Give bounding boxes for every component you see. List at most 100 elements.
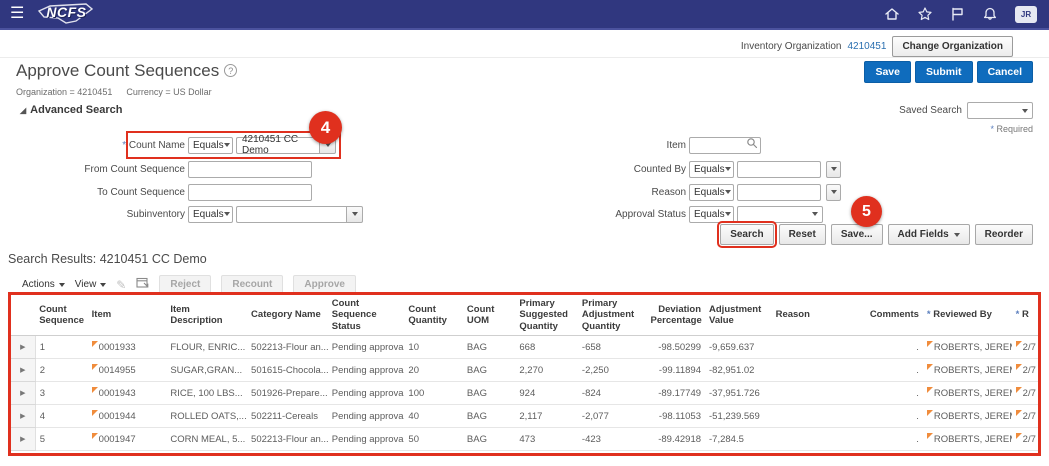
- changed-flag-icon: [1016, 433, 1022, 439]
- counted-by-operator-select[interactable]: Equals: [689, 161, 734, 178]
- approve-button[interactable]: Approve: [293, 275, 356, 294]
- chevron-down-icon: [725, 212, 731, 216]
- changed-flag-icon: [1016, 410, 1022, 416]
- count-name-operator-select[interactable]: Equals: [188, 137, 233, 154]
- reset-button[interactable]: Reset: [779, 224, 826, 245]
- row-expand-icon[interactable]: ▶: [11, 336, 35, 359]
- advanced-search-title: Advanced Search: [30, 104, 122, 116]
- from-count-sequence-input[interactable]: [188, 161, 312, 178]
- currency-context: Currency = US Dollar: [126, 87, 211, 97]
- column-header-adjustment[interactable]: Primary Adjustment Quantity: [578, 295, 647, 336]
- column-header-adj_value[interactable]: Adjustment Value: [705, 295, 772, 336]
- cell-deviation: -98.50299: [647, 336, 706, 359]
- column-header-reason[interactable]: Reason: [772, 295, 843, 336]
- cell-category: 502213-Flour an...: [247, 428, 328, 451]
- reason-input[interactable]: [737, 184, 821, 201]
- approval-status-label: Approval Status: [560, 209, 686, 220]
- table-row[interactable]: ▶40001944ROLLED OATS,...502211-CerealsPe…: [11, 405, 1038, 428]
- changed-flag-icon: [92, 387, 98, 393]
- table-row[interactable]: ▶20014955SUGAR,GRAN...501615-Chocola...P…: [11, 359, 1038, 382]
- search-button[interactable]: Search: [720, 224, 773, 245]
- reject-button[interactable]: Reject: [159, 275, 211, 294]
- results-header-row: Count SequenceItemItem DescriptionCatego…: [11, 295, 1038, 336]
- cell-deviation: -89.17749: [647, 382, 706, 405]
- inventory-organization-value[interactable]: 4210451: [848, 41, 887, 52]
- row-expand-icon[interactable]: ▶: [11, 428, 35, 451]
- subinventory-dropdown-button[interactable]: [346, 206, 363, 223]
- subinventory-operator-select[interactable]: Equals: [188, 206, 233, 223]
- count-name-value[interactable]: 4210451 CC Demo: [236, 137, 319, 154]
- view-menu[interactable]: View: [75, 279, 107, 290]
- submit-button[interactable]: Submit: [915, 61, 973, 83]
- reorder-button[interactable]: Reorder: [975, 224, 1033, 245]
- inventory-organization-label: Inventory Organization: [741, 41, 842, 52]
- column-header-status[interactable]: Count Sequence Status: [328, 295, 405, 336]
- column-header-qty[interactable]: Count Quantity: [404, 295, 463, 336]
- table-row[interactable]: ▶50001947CORN MEAL, 5...502213-Flour an.…: [11, 428, 1038, 451]
- to-count-sequence-input[interactable]: [188, 184, 312, 201]
- subinventory-combo: [236, 206, 363, 223]
- advanced-search-section-header[interactable]: ◢ Advanced Search: [20, 104, 122, 116]
- item-search-icon[interactable]: [746, 136, 758, 154]
- subinventory-value[interactable]: [236, 206, 346, 223]
- search-results-title: Search Results: 4210451 CC Demo: [8, 252, 207, 266]
- save-button[interactable]: Save: [864, 61, 911, 83]
- help-icon[interactable]: ?: [224, 64, 237, 77]
- column-header-deviation[interactable]: Deviation Percentage: [647, 295, 706, 336]
- column-header-uom[interactable]: Count UOM: [463, 295, 515, 336]
- column-header-reviewed_by[interactable]: * Reviewed By: [923, 295, 1012, 336]
- row-expand-icon[interactable]: ▶: [11, 382, 35, 405]
- cell-category: 502211-Cereals: [247, 405, 328, 428]
- approval-status-select[interactable]: [737, 206, 823, 223]
- cancel-button[interactable]: Cancel: [977, 61, 1033, 83]
- reason-operator-select[interactable]: Equals: [689, 184, 734, 201]
- cell-reason: [772, 405, 843, 428]
- save-search-button[interactable]: Save...: [831, 224, 883, 245]
- changed-flag-icon: [927, 410, 933, 416]
- cell-uom: BAG: [463, 359, 515, 382]
- favorites-star-icon[interactable]: [917, 6, 933, 22]
- counted-by-dropdown-button[interactable]: [826, 161, 841, 178]
- column-header-category[interactable]: Category Name: [247, 295, 328, 336]
- detach-icon[interactable]: [136, 276, 149, 294]
- home-icon[interactable]: [884, 6, 900, 22]
- column-header-seq[interactable]: Count Sequence: [35, 295, 87, 336]
- column-header-suggested[interactable]: Primary Suggested Quantity: [515, 295, 578, 336]
- saved-search-select[interactable]: [967, 102, 1033, 119]
- results-table-body: ▶10001933FLOUR, ENRIC...502213-Flour an.…: [11, 336, 1038, 451]
- counted-by-input[interactable]: [737, 161, 821, 178]
- actions-menu[interactable]: Actions: [22, 279, 65, 290]
- required-note: * Required: [990, 124, 1033, 134]
- add-fields-button[interactable]: Add Fields: [888, 224, 970, 245]
- user-avatar[interactable]: JR: [1015, 6, 1037, 23]
- column-header-review_date[interactable]: * R: [1012, 295, 1038, 336]
- chevron-down-icon: [59, 283, 65, 287]
- approval-status-operator-select[interactable]: Equals: [689, 206, 734, 223]
- table-row[interactable]: ▶10001933FLOUR, ENRIC...502213-Flour an.…: [11, 336, 1038, 359]
- cell-deviation: -99.11894: [647, 359, 706, 382]
- row-expand-icon[interactable]: ▶: [11, 359, 35, 382]
- column-header-item[interactable]: Item: [88, 295, 167, 336]
- saved-search-label: Saved Search: [899, 105, 962, 116]
- ncfs-logo[interactable]: NCFS: [36, 1, 98, 27]
- recount-button[interactable]: Recount: [221, 275, 283, 294]
- column-header-desc[interactable]: Item Description: [166, 295, 247, 336]
- cell-reason: [772, 382, 843, 405]
- cell-qty: 10: [404, 336, 463, 359]
- cell-item: 0001947: [88, 428, 167, 451]
- cell-status: Pending approval: [328, 405, 405, 428]
- table-row[interactable]: ▶30001943RICE, 100 LBS...501926-Prepare.…: [11, 382, 1038, 405]
- row-expand-icon[interactable]: ▶: [11, 405, 35, 428]
- cell-item: 0001933: [88, 336, 167, 359]
- cell-reviewed_by: ROBERTS, JEREMY: [923, 382, 1012, 405]
- hamburger-menu-icon[interactable]: ☰: [10, 6, 24, 22]
- from-count-sequence-label: From Count Sequence: [0, 164, 185, 175]
- notifications-bell-icon[interactable]: [982, 6, 998, 22]
- reason-dropdown-button[interactable]: [826, 184, 841, 201]
- cell-seq: 2: [35, 359, 87, 382]
- edit-pencil-icon[interactable]: ✎: [116, 278, 126, 292]
- cell-seq: 3: [35, 382, 87, 405]
- change-organization-button[interactable]: Change Organization: [892, 36, 1013, 57]
- flag-watchlist-icon[interactable]: [950, 6, 965, 22]
- column-header-comments[interactable]: Comments: [842, 295, 923, 336]
